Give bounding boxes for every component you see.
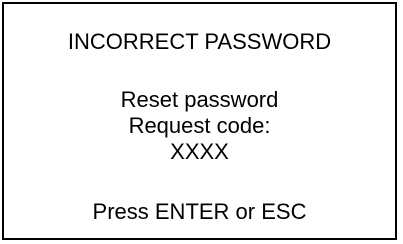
request-code-value: XXXX: [170, 139, 229, 164]
incorrect-password-dialog: INCORRECT PASSWORD Reset password Reques…: [2, 2, 397, 240]
key-prompt: Press ENTER or ESC: [92, 199, 307, 224]
reset-password-label: Reset password: [120, 87, 279, 112]
dialog-title: INCORRECT PASSWORD: [67, 29, 332, 54]
request-code-label: Request code:: [128, 113, 271, 138]
